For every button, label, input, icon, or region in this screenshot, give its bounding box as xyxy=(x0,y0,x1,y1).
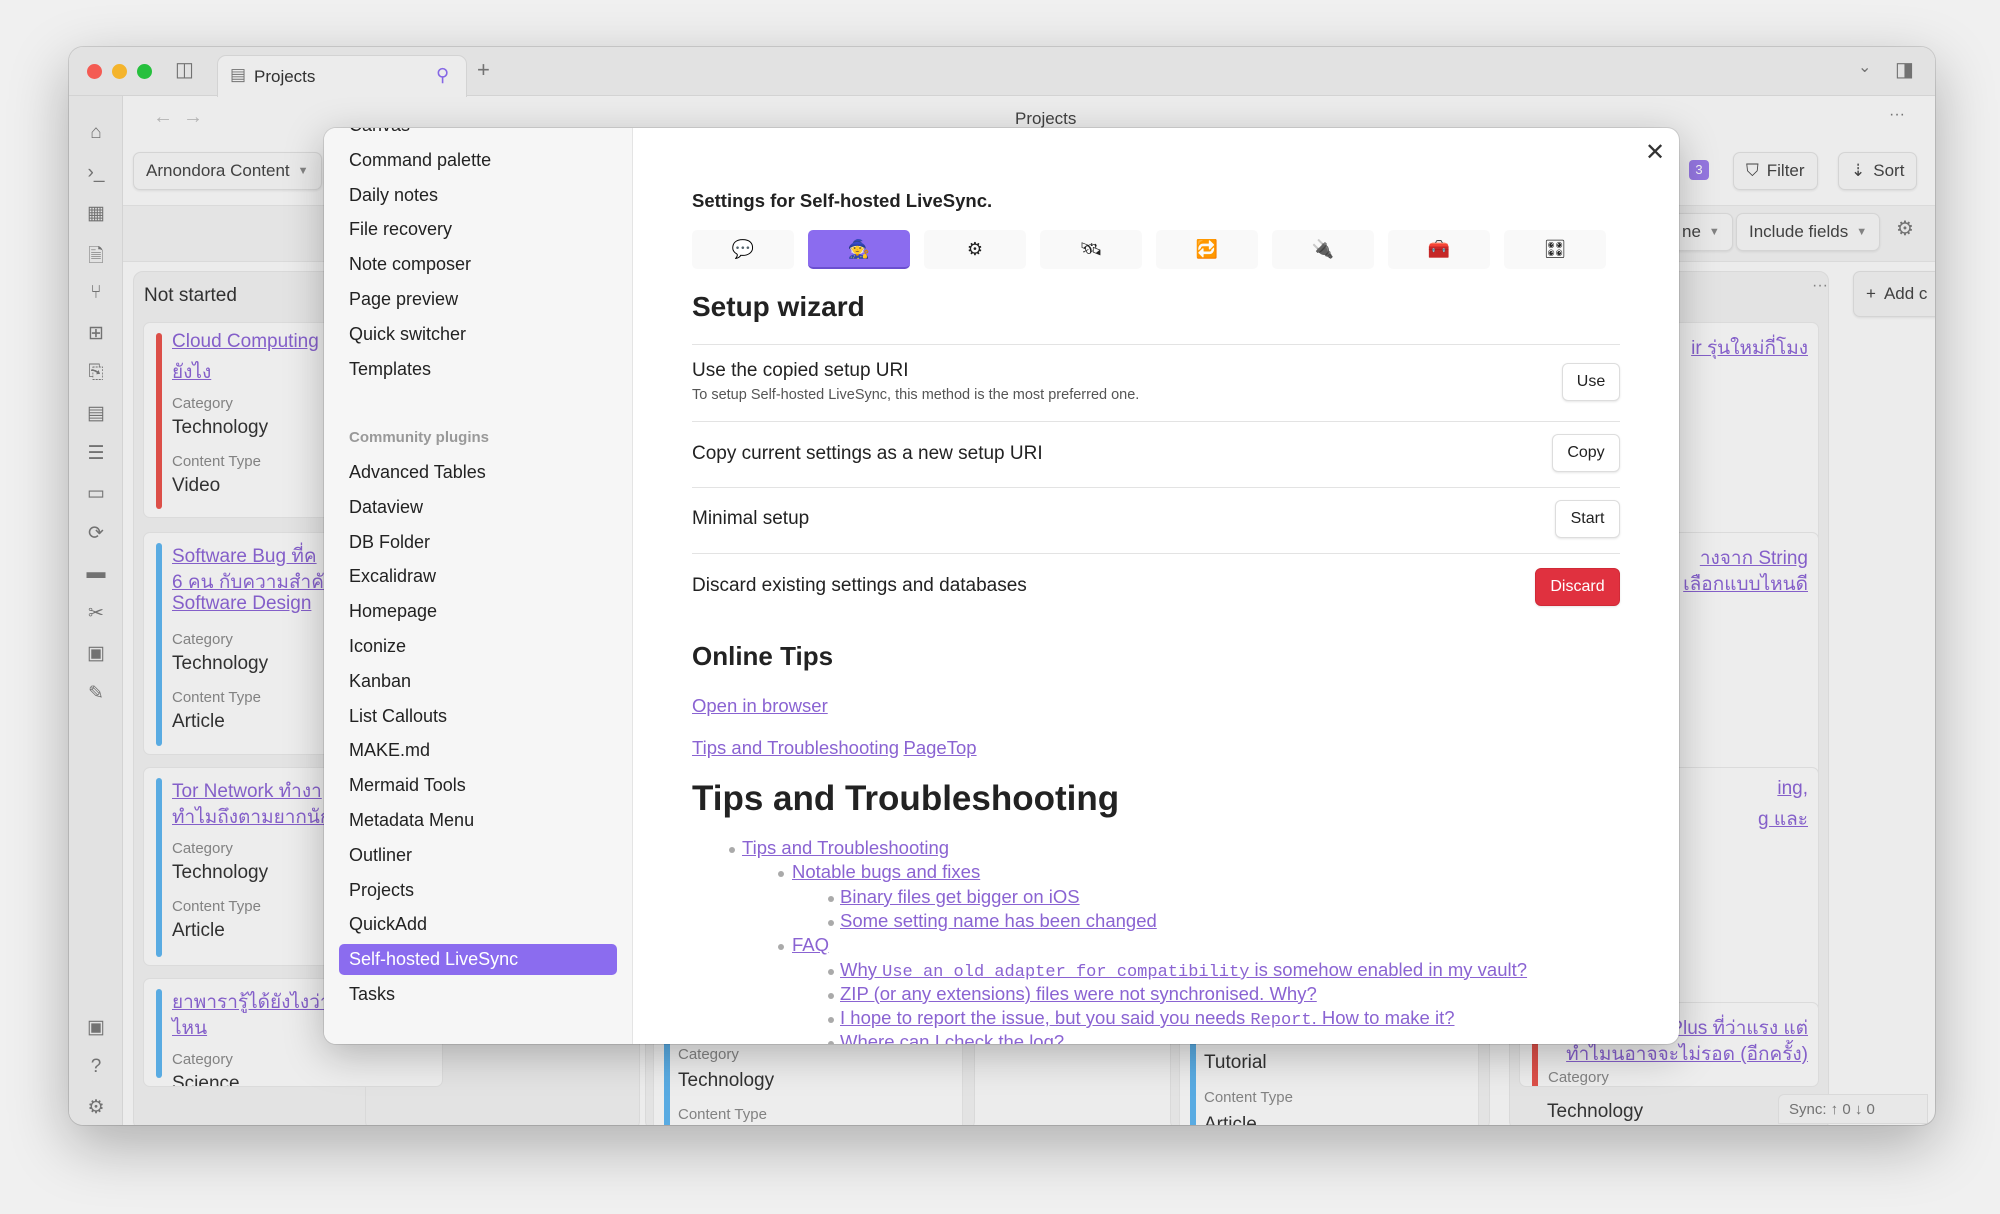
settings-tab[interactable]: 🔁 xyxy=(1156,230,1258,269)
toc-link[interactable]: Some setting name has been changed xyxy=(840,910,1157,932)
settings-nav-item[interactable]: Outliner xyxy=(339,840,617,871)
settings-nav-item[interactable]: Daily notes xyxy=(339,180,617,211)
repeat-icon: 🔁 xyxy=(1195,239,1219,259)
discard-button[interactable]: Discard xyxy=(1535,568,1620,606)
toc-link[interactable]: Why Use an old adapter for compatibility… xyxy=(840,959,1527,982)
settings-tab[interactable]: 🧙 xyxy=(808,230,910,269)
setting-name: Copy current settings as a new setup URI xyxy=(692,443,1043,464)
toc-text: I hope to report the issue, but you said… xyxy=(840,1007,1251,1029)
open-in-browser-link[interactable]: Open in browser xyxy=(692,695,828,717)
bullet xyxy=(778,871,784,878)
divider xyxy=(692,421,1620,422)
settings-nav-item[interactable]: Note composer xyxy=(339,249,617,280)
pagetop-link[interactable]: PageTop xyxy=(904,737,977,758)
settings-nav-item[interactable]: QuickAdd xyxy=(339,909,617,940)
settings-nav-item[interactable]: Mermaid Tools xyxy=(339,770,617,801)
settings-nav-item[interactable]: Metadata Menu xyxy=(339,805,617,836)
toc-text: . How to make it? xyxy=(1311,1007,1455,1029)
toc-link[interactable]: Binary files get bigger on iOS xyxy=(840,886,1080,908)
settings-tab[interactable]: 🛰 xyxy=(1040,230,1142,269)
settings-nav-item[interactable]: Canvas xyxy=(339,128,617,141)
settings-nav-item-selected[interactable]: Self-hosted LiveSync xyxy=(339,944,617,976)
settings-nav-item[interactable]: Excalidraw xyxy=(339,561,617,592)
wizard-icon: 🧙 xyxy=(847,239,871,259)
settings-modal: Canvas Command palette Daily notesFile rec… xyxy=(324,128,1679,1044)
settings-nav-item[interactable]: Kanban xyxy=(339,666,617,697)
community-plugins-heading: Community plugins xyxy=(349,429,489,446)
bullet xyxy=(828,992,834,999)
toc-link[interactable]: FAQ xyxy=(792,934,829,956)
toc-link[interactable]: Where can I check the log? xyxy=(840,1031,1064,1044)
setting-description: To setup Self-hosted LiveSync, this meth… xyxy=(692,387,1140,403)
gear-icon: ⚙ xyxy=(966,239,984,259)
plug-icon: 🔌 xyxy=(1311,239,1335,259)
settings-title: Settings for Self-hosted LiveSync. xyxy=(692,190,993,211)
settings-tab[interactable]: 💬 xyxy=(692,230,794,269)
bullet xyxy=(828,895,834,902)
online-tips-heading: Online Tips xyxy=(692,641,834,671)
bullet xyxy=(828,1017,834,1024)
settings-nav-item[interactable]: Dataview xyxy=(339,492,617,523)
settings-nav-item[interactable]: DB Folder xyxy=(339,527,617,558)
settings-tab[interactable]: 🎛 xyxy=(1504,230,1606,269)
settings-nav-item[interactable]: File recovery xyxy=(339,214,617,245)
toc-code: Use an old adapter for compatibility xyxy=(882,962,1250,982)
settings-nav-item[interactable]: Command palette xyxy=(339,145,617,176)
settings-nav-item[interactable]: MAKE.md xyxy=(339,735,617,766)
setting-name: Use the copied setup URI xyxy=(692,360,909,381)
settings-nav-item[interactable]: Quick switcher xyxy=(339,319,617,350)
divider xyxy=(692,344,1620,345)
settings-nav-item[interactable]: Tasks xyxy=(339,979,617,1010)
tips-link[interactable]: Tips and Troubleshooting xyxy=(692,737,899,758)
close-icon[interactable]: ✕ xyxy=(1645,138,1665,167)
setting-name: Discard existing settings and databases xyxy=(692,575,1027,596)
start-button[interactable]: Start xyxy=(1555,500,1620,538)
settings-nav-item[interactable]: Projects xyxy=(339,875,617,906)
settings-tab[interactable]: ⚙ xyxy=(924,230,1026,269)
bullet xyxy=(778,944,784,951)
toc-text: Why xyxy=(840,958,883,980)
divider xyxy=(692,487,1620,488)
setting-name: Minimal setup xyxy=(692,508,810,529)
divider xyxy=(692,553,1620,554)
control-knobs-icon: 🎛 xyxy=(1543,239,1567,259)
settings-nav-item[interactable]: Page preview xyxy=(339,284,617,315)
settings-nav-item[interactable]: List Callouts xyxy=(339,701,617,732)
chat-icon: 💬 xyxy=(731,239,755,259)
toc-link[interactable]: Tips and Troubleshooting xyxy=(742,837,949,859)
settings-tab[interactable]: 🔌 xyxy=(1272,230,1374,269)
toc-code: Report xyxy=(1250,1011,1312,1031)
toc-text: is somehow enabled in my vault? xyxy=(1249,958,1528,980)
settings-nav-item[interactable]: Iconize xyxy=(339,631,617,662)
toc-link[interactable]: ZIP (or any extensions) files were not s… xyxy=(840,983,1317,1005)
toc-link[interactable]: Notable bugs and fixes xyxy=(792,861,980,883)
bullet xyxy=(729,847,735,853)
use-button[interactable]: Use xyxy=(1562,363,1620,401)
satellite-icon: 🛰 xyxy=(1079,239,1103,259)
settings-nav-item[interactable]: Homepage xyxy=(339,596,617,627)
bullet xyxy=(828,1041,834,1044)
tips-heading: Tips and Troubleshooting xyxy=(692,779,1120,818)
bullet xyxy=(828,968,834,975)
copy-button[interactable]: Copy xyxy=(1552,434,1620,472)
setup-wizard-heading: Setup wizard xyxy=(692,291,865,322)
toc-link[interactable]: I hope to report the issue, but you said… xyxy=(840,1007,1455,1030)
field-value: Technology xyxy=(1547,1101,1644,1122)
bullet xyxy=(828,919,834,926)
settings-nav-item[interactable]: Advanced Tables xyxy=(339,457,617,488)
settings-tab[interactable]: 🧰 xyxy=(1388,230,1490,269)
settings-nav-item[interactable]: Templates xyxy=(339,354,617,385)
settings-sidebar: Canvas Command palette Daily notesFile rec… xyxy=(324,128,633,1044)
toolbox-icon: 🧰 xyxy=(1427,239,1451,259)
